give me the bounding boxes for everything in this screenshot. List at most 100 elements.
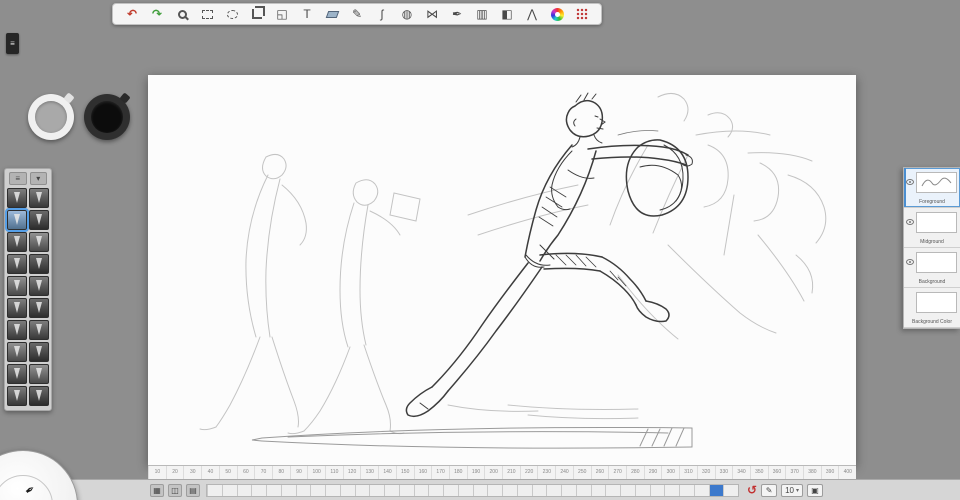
frame-tick-80[interactable]: 80 <box>272 466 290 479</box>
frame-tick-10[interactable]: 10 <box>148 466 166 479</box>
frame-cell[interactable] <box>532 485 547 496</box>
brush-crayon[interactable] <box>29 386 49 406</box>
flipbook-grid-icon[interactable]: ▦ <box>150 484 164 497</box>
frame-tick-110[interactable]: 110 <box>325 466 343 479</box>
frame-cell[interactable] <box>369 485 384 496</box>
frame-cell[interactable] <box>561 485 576 496</box>
layer-visibility-eye-icon[interactable] <box>906 219 914 225</box>
frame-cell[interactable] <box>399 485 414 496</box>
brush-ballpoint-pen[interactable] <box>7 210 27 230</box>
frame-tick-70[interactable]: 70 <box>254 466 272 479</box>
brush-hard-eraser[interactable] <box>7 364 27 384</box>
frame-cell[interactable] <box>723 485 738 496</box>
marquee-select-icon[interactable] <box>195 5 219 23</box>
brush-round-brush[interactable] <box>7 298 27 318</box>
frame-tick-220[interactable]: 220 <box>520 466 538 479</box>
brush-soft-eraser[interactable] <box>29 342 49 362</box>
layer-row-midground[interactable]: Midground <box>904 208 960 248</box>
frame-cell[interactable] <box>384 485 399 496</box>
pen-icon[interactable]: ✒ <box>445 5 469 23</box>
brush-flat-brush[interactable] <box>29 276 49 296</box>
drawing-canvas[interactable] <box>148 75 856 465</box>
sphere-icon[interactable]: ◍ <box>395 5 419 23</box>
brush-fill-bucket[interactable] <box>29 364 49 384</box>
pencil-mode-icon[interactable]: ✎ <box>761 484 777 497</box>
undo-icon[interactable]: ↶ <box>120 5 144 23</box>
frame-tick-340[interactable]: 340 <box>732 466 750 479</box>
frame-tick-210[interactable]: 210 <box>502 466 520 479</box>
layer-visibility-eye-icon[interactable] <box>906 259 914 265</box>
secondary-color-swatch[interactable] <box>91 101 123 133</box>
timeline-ruler[interactable]: 1020304050607080901001101201301401501601… <box>148 465 856 479</box>
frame-cell[interactable] <box>251 485 266 496</box>
fps-dropdown[interactable]: 10 ▾ <box>781 484 803 497</box>
secondary-color-puck[interactable] <box>84 94 130 140</box>
frame-tick-320[interactable]: 320 <box>697 466 715 479</box>
frame-cell[interactable] <box>605 485 620 496</box>
frame-cell[interactable] <box>679 485 694 496</box>
frame-tick-60[interactable]: 60 <box>237 466 255 479</box>
frame-tick-310[interactable]: 310 <box>679 466 697 479</box>
loop-playback-icon[interactable]: ↺ <box>747 483 757 497</box>
frame-cell[interactable] <box>222 485 237 496</box>
layer-row-background[interactable]: Background <box>904 248 960 288</box>
dot-grid-icon[interactable] <box>570 5 594 23</box>
frame-cell[interactable] <box>502 485 517 496</box>
frame-tick-390[interactable]: 390 <box>821 466 839 479</box>
color-wheel-icon[interactable] <box>545 5 569 23</box>
frame-cell[interactable] <box>694 485 709 496</box>
brush-smudge[interactable] <box>29 320 49 340</box>
frame-tick-250[interactable]: 250 <box>573 466 591 479</box>
layer-strip-icon[interactable]: ▤ <box>186 484 200 497</box>
text-icon[interactable]: T <box>295 5 319 23</box>
frame-tick-190[interactable]: 190 <box>467 466 485 479</box>
frame-tick-300[interactable]: 300 <box>661 466 679 479</box>
stamp-icon[interactable]: ▥ <box>470 5 494 23</box>
layer-row-foreground[interactable]: Foreground <box>904 168 960 208</box>
brush-pencil-hb[interactable] <box>7 188 27 208</box>
frame-tick-150[interactable]: 150 <box>396 466 414 479</box>
redo-icon[interactable]: ↷ <box>145 5 169 23</box>
primary-color-swatch[interactable] <box>35 101 67 133</box>
frame-tick-20[interactable]: 20 <box>166 466 184 479</box>
frame-cell[interactable] <box>310 485 325 496</box>
layer-visibility-eye-icon[interactable] <box>906 179 914 185</box>
brush-watercolor[interactable] <box>7 320 27 340</box>
panel-menu-icon[interactable]: ≡ <box>9 172 27 185</box>
frame-tick-40[interactable]: 40 <box>201 466 219 479</box>
brush-paintbrush[interactable] <box>7 276 27 296</box>
frame-tick-120[interactable]: 120 <box>343 466 361 479</box>
fill-icon[interactable]: ◧ <box>495 5 519 23</box>
zoom-icon[interactable] <box>170 5 194 23</box>
frame-tick-140[interactable]: 140 <box>378 466 396 479</box>
frame-cell[interactable] <box>207 485 222 496</box>
frame-tick-260[interactable]: 260 <box>591 466 609 479</box>
frame-tick-380[interactable]: 380 <box>803 466 821 479</box>
brush-airbrush[interactable] <box>7 254 27 274</box>
frame-cell[interactable] <box>458 485 473 496</box>
frame-cell[interactable] <box>664 485 679 496</box>
frame-cell[interactable] <box>355 485 370 496</box>
lagoon-puck[interactable]: ✒ <box>0 450 78 500</box>
frame-tick-100[interactable]: 100 <box>307 466 325 479</box>
frame-cell[interactable] <box>635 485 650 496</box>
timeline-options-icon[interactable]: ▣ <box>807 484 823 497</box>
frame-cell[interactable] <box>237 485 252 496</box>
frame-cell[interactable] <box>487 485 502 496</box>
frame-tick-230[interactable]: 230 <box>537 466 555 479</box>
frame-tick-200[interactable]: 200 <box>484 466 502 479</box>
brush-ink-pen[interactable] <box>29 210 49 230</box>
frame-cell[interactable] <box>517 485 532 496</box>
brush-soft-airbrush[interactable] <box>29 254 49 274</box>
frame-cell[interactable] <box>296 485 311 496</box>
frame-cell[interactable] <box>546 485 561 496</box>
panel-pin-icon[interactable]: ▾ <box>30 172 48 185</box>
frame-tick-370[interactable]: 370 <box>785 466 803 479</box>
brush-pencil-6b[interactable] <box>29 188 49 208</box>
frame-cell[interactable] <box>428 485 443 496</box>
frame-tick-330[interactable]: 330 <box>715 466 733 479</box>
curve-icon[interactable]: ʃ <box>370 5 394 23</box>
frame-tick-280[interactable]: 280 <box>626 466 644 479</box>
frame-cell[interactable] <box>281 485 296 496</box>
symmetry-icon[interactable]: ⋈ <box>420 5 444 23</box>
